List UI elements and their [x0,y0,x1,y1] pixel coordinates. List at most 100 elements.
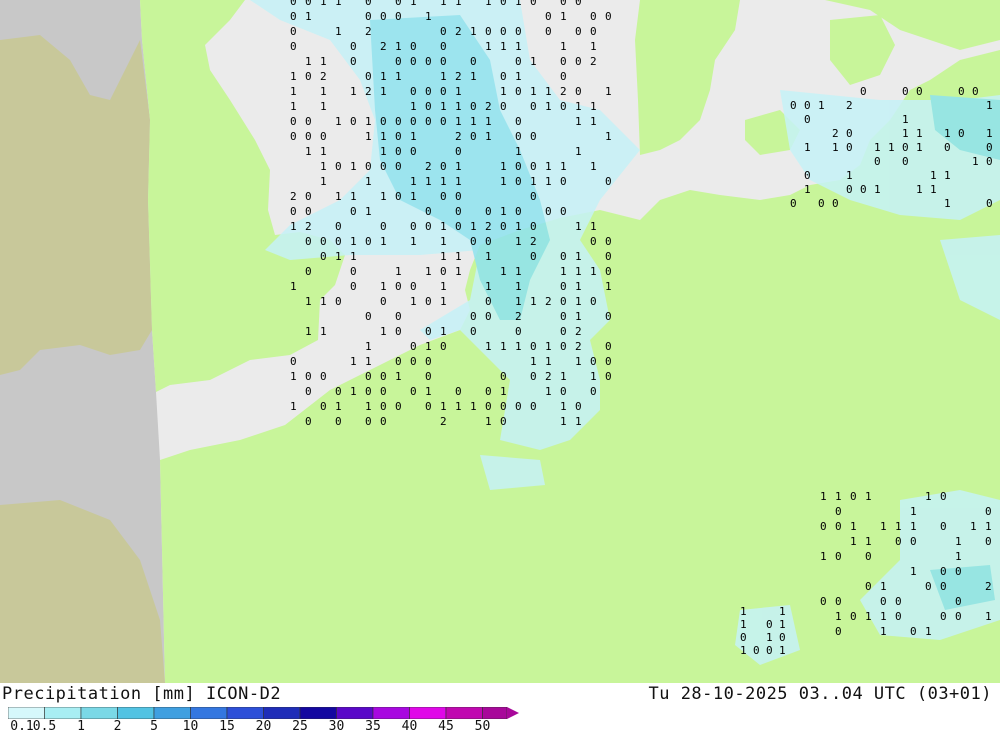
point-value-label: 1 [335,250,342,263]
point-value-label: 1 [455,0,462,8]
point-value-label: 1 [305,325,312,338]
point-value-label: 1 [440,295,447,308]
point-value-label: 1 [545,355,552,368]
point-value-label: 0 [804,113,811,126]
point-value-label: 1 [575,250,582,263]
point-value-label: 0 [575,400,582,413]
color-scale-tick-label: 30 [328,719,345,734]
point-value-label: 2 [560,85,567,98]
point-value-label: 0 [380,295,387,308]
point-value-label: 1 [470,220,477,233]
point-value-label: 0 [440,160,447,173]
point-value-label: 1 [440,280,447,293]
point-value-label: 1 [380,70,387,83]
point-value-label: 1 [485,115,492,128]
point-value-label: 0 [910,535,917,548]
point-value-label: 1 [605,85,612,98]
point-value-label: 1 [779,605,786,618]
point-value-label: 0 [305,415,312,428]
point-value-label: 1 [335,400,342,413]
point-value-label: 0 [560,0,567,8]
point-value-label: 0 [820,595,827,608]
point-value-label: 0 [305,190,312,203]
color-scale-tick-label: 10 [182,719,199,734]
point-value-label: 0 [590,385,597,398]
point-value-label: 0 [425,325,432,338]
point-value-label: 1 [470,400,477,413]
point-value-label: 1 [320,325,327,338]
point-value-label: 1 [902,113,909,126]
point-value-label: 0 [902,141,909,154]
point-value-label: 0 [305,265,312,278]
point-value-label: 0 [410,280,417,293]
point-value-label: 1 [560,40,567,53]
point-value-label: 0 [605,10,612,23]
point-value-label: 1 [865,490,872,503]
point-value-label: 1 [320,85,327,98]
point-value-label: 1 [560,400,567,413]
point-value-label: 1 [455,85,462,98]
point-value-label: 0 [944,141,951,154]
point-value-label: 1 [350,85,357,98]
point-value-label: 1 [530,85,537,98]
point-value-label: 1 [320,295,327,308]
point-value-label: 1 [820,550,827,563]
point-value-label: 0 [410,385,417,398]
point-value-label: 1 [972,155,979,168]
point-value-label: 1 [320,0,327,8]
point-value-label: 0 [305,370,312,383]
point-value-label: 0 [380,370,387,383]
point-value-label: 0 [395,310,402,323]
point-value-label: 1 [916,141,923,154]
color-scale-tick-label: 40 [401,719,418,734]
point-value-label: 1 [545,160,552,173]
point-value-label: 0 [605,355,612,368]
color-scale-tick-label: 50 [474,719,491,734]
point-value-label: 0 [515,115,522,128]
point-value-label: 1 [455,175,462,188]
point-value-label: 0 [425,55,432,68]
point-value-label: 1 [590,160,597,173]
point-value-label: 0 [804,169,811,182]
point-value-label: 0 [485,205,492,218]
point-value-label: 1 [320,160,327,173]
point-value-label: 1 [365,115,372,128]
point-value-label: 1 [880,580,887,593]
point-value-label: 1 [955,535,962,548]
point-value-label: 1 [290,85,297,98]
point-value-label: 0 [395,325,402,338]
color-scale-tick-label: 15 [219,719,235,734]
point-value-label: 0 [380,415,387,428]
point-value-label: 1 [485,40,492,53]
color-scale-bar [8,707,519,719]
point-value-label: 1 [916,127,923,140]
point-value-label: 1 [320,175,327,188]
point-value-label: 0 [958,127,965,140]
point-value-label: 1 [930,183,937,196]
point-value-label: 0 [530,250,537,263]
point-value-label: 1 [850,535,857,548]
point-value-label: 0 [515,25,522,38]
point-value-label: 0 [530,130,537,143]
point-value-label: 1 [575,355,582,368]
point-value-label: 0 [335,385,342,398]
point-value-label: 0 [380,220,387,233]
point-value-label: 1 [740,605,747,618]
point-value-label: 0 [470,55,477,68]
color-scale-tick-label: 0.1 [10,719,34,734]
point-value-label: 0 [753,644,760,657]
point-value-label: 0 [380,160,387,173]
point-value-label: 0 [365,310,372,323]
point-value-label: 0 [605,235,612,248]
point-value-label: 1 [515,70,522,83]
point-value-label: 0 [320,370,327,383]
point-value-label: 0 [545,10,552,23]
precip-patch-ardennes [480,455,545,490]
color-scale-segment [372,707,410,719]
point-value-label: 0 [350,205,357,218]
point-value-label: 0 [395,160,402,173]
point-value-label: 0 [985,535,992,548]
point-value-label: 1 [530,355,537,368]
point-value-label: 1 [545,175,552,188]
point-value-label: 0 [335,220,342,233]
